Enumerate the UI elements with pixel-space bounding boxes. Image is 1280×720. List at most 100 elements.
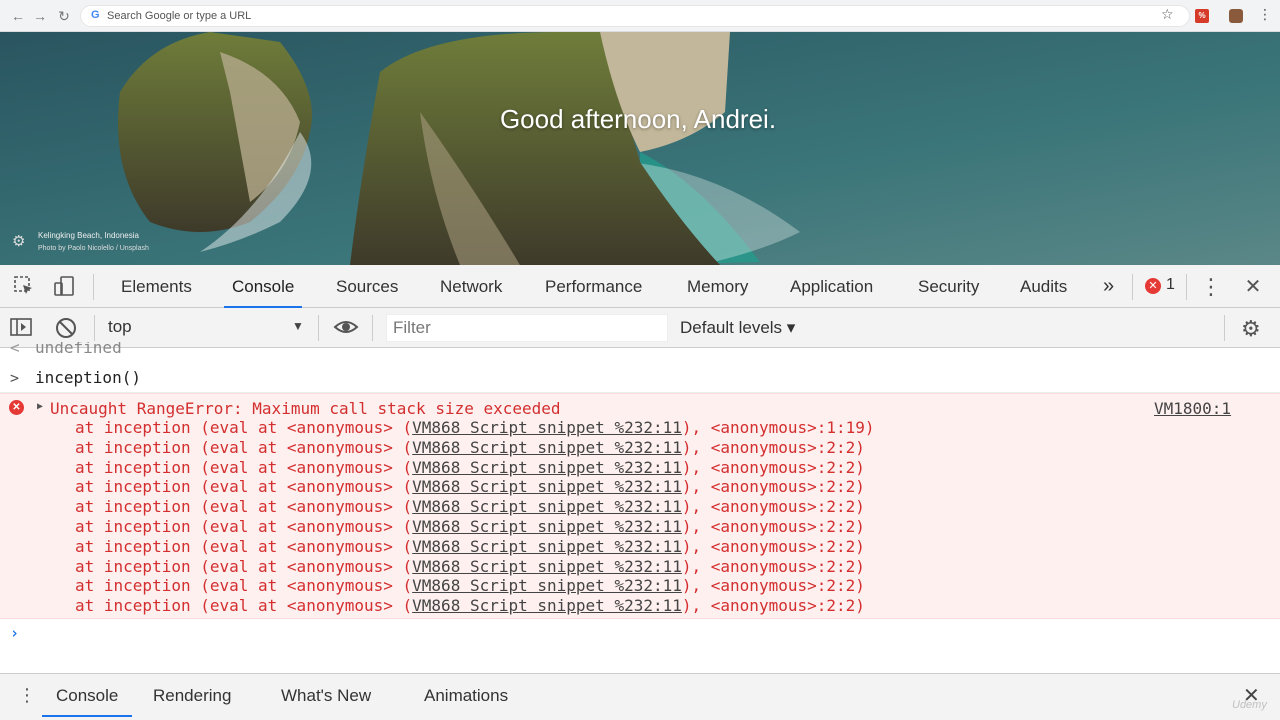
google-icon: G [91, 9, 100, 21]
error-source-link[interactable]: VM1800:1 [1154, 399, 1231, 418]
drawer-menu-icon[interactable]: ⋮ [18, 685, 36, 706]
tab-performance[interactable]: Performance [545, 265, 642, 308]
context-select[interactable]: top [108, 317, 308, 339]
stack-frame-location: ), <anonymous>:2:2) [681, 536, 865, 556]
stack-frame-location: ), <anonymous>:2:2) [681, 477, 865, 497]
stack-frame-text: at inception (eval at <anonymous> ( [75, 437, 413, 457]
toolbar-divider [1186, 274, 1187, 300]
tab-sources[interactable]: Sources [336, 265, 398, 308]
expand-triangle-icon[interactable]: ▶ [37, 401, 43, 412]
stack-frame-location: ), <anonymous>:2:2) [681, 457, 865, 477]
stack-frame-source-link[interactable]: VM868 Script snippet %232:11 [412, 537, 682, 556]
previous-result-line: < undefined [0, 342, 1280, 356]
browser-menu-icon[interactable]: ⋮ [1258, 6, 1272, 23]
stack-frame-source-link[interactable]: VM868 Script snippet %232:11 [412, 576, 682, 595]
toolbar-divider [94, 315, 95, 341]
tab-application[interactable]: Application [790, 265, 873, 308]
customize-gear-icon[interactable]: ⚙ [12, 232, 25, 250]
live-expression-eye-icon[interactable] [333, 316, 359, 340]
photo-credit[interactable]: Photo by Paolo Nicolello / Unsplash [38, 245, 149, 252]
devtools-menu-icon[interactable]: ⋮ [1199, 275, 1223, 299]
previous-result: undefined [35, 342, 122, 356]
clear-console-icon[interactable] [54, 316, 78, 340]
stack-frame: at inception (eval at <anonymous> (VM868… [75, 596, 875, 616]
toolbar-divider [1224, 315, 1225, 341]
stack-frame-source-link[interactable]: VM868 Script snippet %232:11 [412, 418, 682, 437]
console-prompt[interactable]: › [0, 619, 1280, 647]
close-devtools-icon[interactable]: ✕ [1241, 275, 1265, 299]
photo-location[interactable]: Kelingking Beach, Indonesia [38, 231, 139, 240]
show-sidebar-icon[interactable] [9, 316, 33, 340]
filter-input[interactable] [387, 315, 667, 341]
result-arrow-icon: < [10, 342, 20, 356]
stack-frame-text: at inception (eval at <anonymous> ( [75, 556, 413, 576]
context-dropdown-icon[interactable]: ▼ [292, 319, 304, 333]
stack-frame-location: ), <anonymous>:2:2) [681, 497, 865, 517]
filter-field[interactable] [386, 314, 668, 342]
toolbar-divider [93, 274, 94, 300]
error-badge-icon[interactable]: ✕ [1145, 278, 1161, 294]
profile-avatar[interactable] [1229, 9, 1243, 23]
drawer-tab-whats-new[interactable]: What's New [281, 674, 371, 717]
console-input-line: > inception() [0, 363, 1280, 393]
stack-frame: at inception (eval at <anonymous> (VM868… [75, 557, 875, 577]
tab-console[interactable]: Console [223, 265, 303, 308]
devtools-tab-bar: Elements Console Sources Network Perform… [0, 265, 1280, 308]
stack-frame-location: ), <anonymous>:2:2) [681, 516, 865, 536]
stack-frame-text: at inception (eval at <anonymous> ( [75, 477, 413, 497]
log-levels-dropdown[interactable]: Default levels ▾ [680, 318, 795, 338]
stack-frame: at inception (eval at <anonymous> (VM868… [75, 517, 875, 537]
stack-frame: at inception (eval at <anonymous> (VM868… [75, 497, 875, 517]
stack-frame-text: at inception (eval at <anonymous> ( [75, 536, 413, 556]
drawer-tab-animations[interactable]: Animations [424, 674, 508, 717]
more-tabs-chevron-icon[interactable]: » [1103, 265, 1114, 308]
stack-frame-source-link[interactable]: VM868 Script snippet %232:11 [412, 477, 682, 496]
prompt-chevron-icon: › [10, 624, 20, 642]
stack-frame-source-link[interactable]: VM868 Script snippet %232:11 [412, 596, 682, 615]
tab-elements[interactable]: Elements [121, 265, 192, 308]
stack-frame-text: at inception (eval at <anonymous> ( [75, 457, 413, 477]
error-icon: ✕ [9, 400, 24, 415]
device-toolbar-icon[interactable] [52, 275, 76, 299]
stack-frame-source-link[interactable]: VM868 Script snippet %232:11 [412, 517, 682, 536]
stack-frame-location: ), <anonymous>:1:19) [681, 418, 875, 437]
error-text[interactable]: Uncaught RangeError: Maximum call stack … [50, 399, 561, 418]
drawer-tab-rendering[interactable]: Rendering [153, 674, 231, 717]
stack-frame-location: ), <anonymous>:2:2) [681, 596, 865, 616]
toolbar-divider [318, 315, 319, 341]
tab-memory[interactable]: Memory [687, 265, 748, 308]
browser-toolbar: ← → ↻ G Search Google or type a URL ☆ % … [0, 0, 1280, 32]
drawer-tab-console[interactable]: Console [41, 674, 133, 717]
console-settings-gear-icon[interactable]: ⚙ [1241, 316, 1261, 342]
tab-security[interactable]: Security [918, 265, 979, 308]
input-code: inception() [35, 368, 141, 387]
landscape-photo [0, 32, 1280, 265]
context-value: top [108, 317, 132, 336]
toolbar-divider [372, 315, 373, 341]
reload-icon[interactable]: ↻ [54, 6, 74, 26]
omnibox[interactable]: G Search Google or type a URL [80, 5, 1190, 27]
stack-frame-source-link[interactable]: VM868 Script snippet %232:11 [412, 557, 682, 576]
tab-network[interactable]: Network [440, 265, 502, 308]
stack-frame: at inception (eval at <anonymous> (VM868… [75, 576, 875, 596]
forward-arrow-icon[interactable]: → [30, 6, 50, 26]
error-count[interactable]: 1 [1166, 276, 1175, 294]
stack-frame-location: ), <anonymous>:2:2) [681, 556, 865, 576]
stack-frame-source-link[interactable]: VM868 Script snippet %232:11 [412, 458, 682, 477]
back-arrow-icon[interactable]: ← [8, 6, 28, 26]
inspect-element-icon[interactable] [12, 275, 36, 299]
stack-trace: at inception (eval at <anonymous> (VM868… [75, 418, 875, 616]
omnibox-placeholder: Search Google or type a URL [107, 10, 252, 22]
stack-frame-text: at inception (eval at <anonymous> ( [75, 596, 413, 616]
stack-frame-source-link[interactable]: VM868 Script snippet %232:11 [412, 497, 682, 516]
console-output[interactable]: < undefined > inception() ✕ ▶ Uncaught R… [0, 342, 1280, 673]
watermark-logo: Udemy [1232, 699, 1267, 711]
stack-frame-source-link[interactable]: VM868 Script snippet %232:11 [412, 438, 682, 457]
greeting-text: Good afternoon, Andrei. [499, 104, 777, 134]
bookmark-star-icon[interactable]: ☆ [1161, 6, 1174, 23]
stack-frame: at inception (eval at <anonymous> (VM868… [75, 418, 875, 438]
toolbar-divider [1132, 274, 1133, 300]
stack-frame: at inception (eval at <anonymous> (VM868… [75, 477, 875, 497]
extension-icon[interactable]: % [1195, 9, 1209, 23]
tab-audits[interactable]: Audits [1020, 265, 1067, 308]
